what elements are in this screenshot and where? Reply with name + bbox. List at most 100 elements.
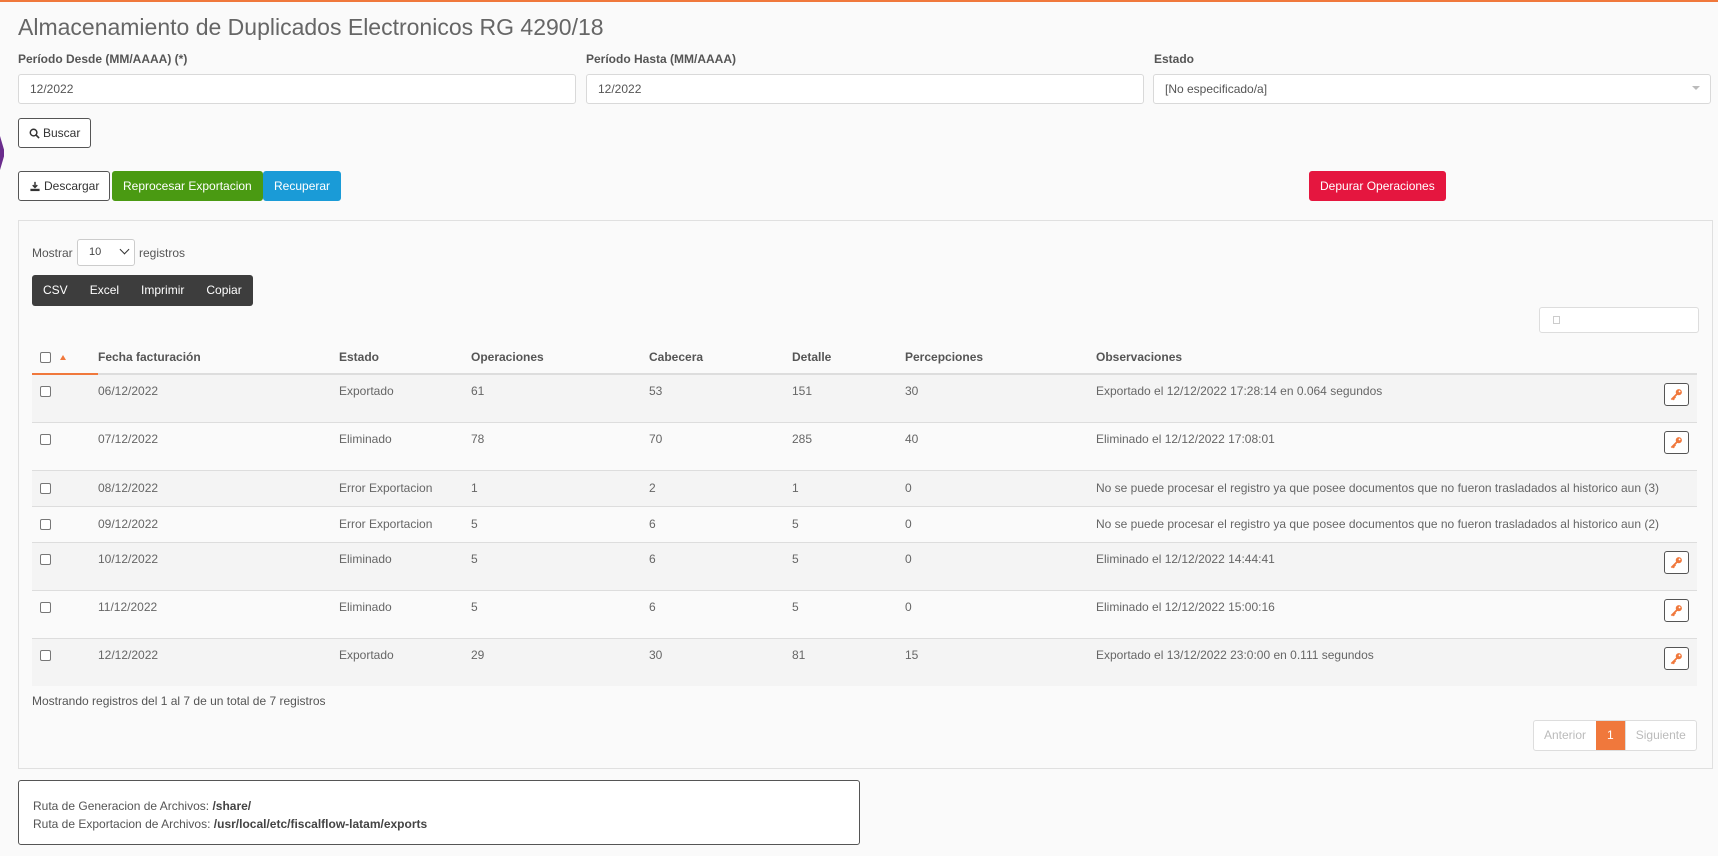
cell-estado-text: Eliminado xyxy=(339,431,392,446)
row-key-button[interactable] xyxy=(1664,598,1689,622)
cell-observaciones: Eliminado el 12/12/2022 15:00:16 xyxy=(1096,590,1697,639)
cell-percepciones: 40 xyxy=(905,422,1096,471)
imprimir-button[interactable]: Imprimir xyxy=(130,275,195,306)
recuperar-button[interactable]: Recuperar xyxy=(263,171,342,201)
table-row: 07/12/2022 Eliminado 78 70 285 40 Eliminado el… xyxy=(32,422,1697,471)
pager-prev-button[interactable]: Anterior xyxy=(1534,721,1596,750)
sidebar-toggle-tab[interactable] xyxy=(0,136,4,170)
cell-cabecera: 30 xyxy=(649,638,792,686)
col-operaciones-header[interactable]: Operaciones xyxy=(471,341,649,375)
cell-percepciones: 15 xyxy=(905,638,1096,686)
row-checkbox[interactable] xyxy=(40,482,51,494)
depurar-operaciones-button[interactable]: Depurar Operaciones xyxy=(1309,171,1446,201)
page-size-value: 10 xyxy=(89,246,102,258)
pager-next-button[interactable]: Siguiente xyxy=(1624,721,1696,750)
cell-cabecera-text: 53 xyxy=(649,384,663,398)
pager-page-button[interactable]: 1 xyxy=(1596,721,1625,750)
cell-detalle: 1 xyxy=(792,470,905,507)
cell-estado: Eliminado xyxy=(339,542,471,591)
reprocesar-exportacion-button[interactable]: Reprocesar Exportacion xyxy=(112,171,263,201)
cell-fecha: 07/12/2022 xyxy=(98,422,339,471)
descargar-button[interactable]: Descargar xyxy=(18,171,111,201)
cell-detalle: 5 xyxy=(792,542,905,591)
cell-percepciones: 0 xyxy=(905,506,1096,543)
cell-percepciones-text: 0 xyxy=(905,480,912,495)
cell-cabecera: 53 xyxy=(649,374,792,423)
excel-button[interactable]: Excel xyxy=(79,275,130,306)
cell-detalle-text: 5 xyxy=(792,551,799,566)
cell-percepciones-text: 0 xyxy=(905,516,912,531)
hasta-input[interactable]: 12/2022 xyxy=(586,74,1144,104)
key-icon xyxy=(1670,556,1682,568)
cell-percepciones: 0 xyxy=(905,542,1096,591)
estado-select[interactable]: [No especificado/a] xyxy=(1153,74,1711,104)
cell-percepciones: 0 xyxy=(905,590,1096,639)
select-all-checkbox[interactable] xyxy=(40,352,51,364)
cell-estado-text: Error Exportacion xyxy=(339,480,433,495)
cell-detalle-text: 151 xyxy=(792,384,813,398)
cell-percepciones-text: 40 xyxy=(905,431,919,446)
row-key-button[interactable] xyxy=(1664,646,1689,670)
cell-detalle-text: 81 xyxy=(792,647,806,662)
page-size-select[interactable]: 10 xyxy=(77,239,135,266)
col-fecha-header[interactable]: Fecha facturación xyxy=(98,341,339,375)
page-title: Almacenamiento de Duplicados Electronico… xyxy=(18,14,604,40)
table-search-input[interactable] xyxy=(1539,307,1699,333)
chevron-down-icon xyxy=(1692,86,1700,90)
buscar-label: Buscar xyxy=(43,126,81,140)
registros-label: registros xyxy=(139,246,186,260)
cell-fecha: 09/12/2022 xyxy=(98,506,339,543)
cell-percepciones: 0 xyxy=(905,470,1096,507)
download-icon xyxy=(30,181,40,192)
col-cabecera-header[interactable]: Cabecera xyxy=(649,341,792,375)
col-percepciones-header[interactable]: Percepciones xyxy=(905,341,1096,375)
row-checkbox[interactable] xyxy=(40,601,51,613)
row-select-cell xyxy=(32,470,98,507)
cell-observaciones-text: No se puede procesar el registro ya que … xyxy=(1096,480,1660,495)
cell-estado-text: Error Exportacion xyxy=(339,516,433,531)
cell-estado: Eliminado xyxy=(339,422,471,471)
row-key-button[interactable] xyxy=(1664,550,1689,574)
cell-percepciones-text: 30 xyxy=(905,384,919,398)
cell-cabecera-text: 2 xyxy=(649,480,656,495)
cell-detalle-text: 1 xyxy=(792,480,799,495)
row-key-button[interactable] xyxy=(1664,430,1689,454)
cell-cabecera: 6 xyxy=(649,590,792,639)
cell-fecha: 08/12/2022 xyxy=(98,470,339,507)
col-estado-header[interactable]: Estado xyxy=(339,341,471,375)
row-checkbox[interactable] xyxy=(40,386,51,398)
csv-button[interactable]: CSV xyxy=(32,275,79,306)
desde-input[interactable]: 12/2022 xyxy=(18,74,576,104)
table-row: 08/12/2022 Error Exportacion 1 2 1 0 No se pue… xyxy=(32,470,1697,507)
cell-cabecera: 2 xyxy=(649,470,792,507)
row-checkbox[interactable] xyxy=(40,433,51,445)
cell-operaciones: 5 xyxy=(471,506,649,543)
select-all-header[interactable] xyxy=(32,341,98,375)
cell-detalle: 81 xyxy=(792,638,905,686)
key-icon xyxy=(1670,652,1682,664)
cell-operaciones: 1 xyxy=(471,470,649,507)
cell-estado: Exportado xyxy=(339,374,471,423)
cell-operaciones: 5 xyxy=(471,542,649,591)
row-checkbox[interactable] xyxy=(40,553,51,565)
cell-detalle: 151 xyxy=(792,374,905,423)
row-checkbox[interactable] xyxy=(40,649,51,661)
exp-path-label: Ruta de Exportacion de Archivos: xyxy=(33,817,211,831)
cell-fecha-text: 12/12/2022 xyxy=(98,647,159,662)
cell-observaciones-text: Exportado el 13/12/2022 23:0:00 en 0.111… xyxy=(1096,647,1374,662)
buscar-button[interactable]: Buscar xyxy=(18,118,92,148)
table-row: 10/12/2022 Eliminado 5 6 5 0 Eliminado el 12/1… xyxy=(32,542,1697,591)
copiar-button[interactable]: Copiar xyxy=(195,275,252,306)
col-observaciones-header[interactable]: Observaciones xyxy=(1096,341,1697,375)
results-table: Fecha facturación Estado Operaciones Cab… xyxy=(32,341,1697,686)
table-row: 09/12/2022 Error Exportacion 5 6 5 0 No se pue… xyxy=(32,506,1697,543)
row-checkbox[interactable] xyxy=(40,518,51,530)
export-button-group: CSV Excel Imprimir Copiar xyxy=(32,275,253,306)
key-icon xyxy=(1670,436,1682,448)
exp-path-value: /usr/local/etc/fiscalflow-latam/exports xyxy=(213,817,428,831)
estado-select-value: [No especificado/a] xyxy=(1165,82,1268,96)
search-icon xyxy=(29,128,40,139)
col-detalle-header[interactable]: Detalle xyxy=(792,341,905,375)
sort-asc-icon xyxy=(60,355,66,361)
row-key-button[interactable] xyxy=(1664,383,1689,406)
